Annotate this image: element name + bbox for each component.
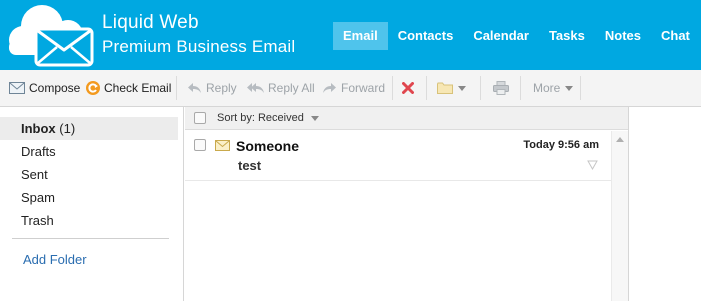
- list-header: Sort by: Received: [185, 107, 628, 130]
- unread-count: (1): [59, 121, 76, 136]
- chevron-down-icon: [565, 85, 574, 91]
- forward-icon: [323, 83, 336, 93]
- move-folder-button[interactable]: [437, 70, 466, 106]
- cloud-envelope-logo-icon: [9, 5, 94, 67]
- brand-name: Liquid Web: [102, 12, 199, 33]
- message-checkbox[interactable]: [194, 139, 206, 151]
- reply-all-icon: [247, 83, 264, 93]
- nav-tasks[interactable]: Tasks: [539, 22, 595, 50]
- forward-label: Forward: [341, 81, 386, 95]
- toolbar-divider: [392, 76, 393, 100]
- add-folder-link[interactable]: Add Folder: [23, 252, 87, 267]
- compose-label: Compose: [29, 81, 81, 95]
- print-icon: [493, 81, 509, 95]
- envelope-icon: [215, 140, 230, 151]
- print-button[interactable]: [493, 70, 509, 106]
- sort-label: Sort by: Received: [217, 112, 304, 124]
- forward-button[interactable]: Forward: [322, 70, 385, 106]
- reply-label: Reply: [206, 81, 237, 95]
- delete-icon: [402, 82, 414, 94]
- toolbar-divider: [426, 76, 427, 100]
- folder-trash[interactable]: Trash: [0, 209, 178, 232]
- folder-label: Inbox: [21, 121, 56, 136]
- flag-icon[interactable]: [587, 160, 598, 170]
- main-nav: Email Contacts Calendar Tasks Notes Chat: [333, 22, 700, 50]
- toolbar-divider: [520, 76, 521, 100]
- folder-label: Trash: [21, 213, 54, 228]
- folder-sidebar: Inbox (1) Drafts Sent Spam Trash Add Fol…: [0, 107, 184, 301]
- message-time: Today 9:56 am: [523, 139, 599, 151]
- scroll-up-arrow-icon[interactable]: [616, 137, 624, 142]
- folder-label: Drafts: [21, 144, 56, 159]
- toolbar-divider: [176, 76, 177, 100]
- nav-contacts[interactable]: Contacts: [388, 22, 464, 50]
- message-list: Sort by: Received Someone test Today 9:5…: [185, 107, 628, 301]
- check-email-label: Check Email: [104, 81, 172, 95]
- nav-chat[interactable]: Chat: [651, 22, 700, 50]
- message-subject: test: [238, 158, 262, 173]
- reply-button[interactable]: Reply: [187, 70, 237, 106]
- compose-button[interactable]: Compose: [9, 70, 80, 106]
- list-scrollbar[interactable]: [611, 131, 628, 301]
- toolbar-divider: [480, 76, 481, 100]
- brand-tagline: Premium Business Email: [102, 37, 296, 56]
- reply-all-button[interactable]: Reply All: [247, 70, 315, 106]
- folder-sent[interactable]: Sent: [0, 163, 178, 186]
- sidebar-divider: [12, 238, 169, 239]
- chevron-down-icon: [310, 115, 319, 121]
- folder-label: Sent: [21, 167, 48, 182]
- select-all-checkbox[interactable]: [194, 112, 206, 124]
- delete-button[interactable]: [402, 70, 414, 106]
- toolbar-divider: [580, 76, 581, 100]
- sort-dropdown[interactable]: Sort by: Received: [217, 112, 319, 124]
- mail-toolbar: Compose Check Email Reply Reply All Forw…: [0, 70, 701, 107]
- compose-icon: [9, 82, 25, 94]
- chevron-down-icon: [458, 85, 466, 91]
- reply-icon: [188, 83, 201, 93]
- reading-pane: [628, 107, 701, 301]
- folder-drafts[interactable]: Drafts: [0, 140, 178, 163]
- nav-notes[interactable]: Notes: [595, 22, 651, 50]
- folder-inbox[interactable]: Inbox (1): [0, 117, 178, 140]
- folder-icon: [437, 82, 453, 94]
- brand-logo[interactable]: Liquid Web Premium Business Email: [0, 0, 320, 70]
- nav-calendar[interactable]: Calendar: [463, 22, 539, 50]
- nav-email[interactable]: Email: [333, 22, 388, 50]
- check-email-button[interactable]: Check Email: [86, 70, 171, 106]
- check-email-icon: [86, 81, 100, 95]
- message-sender: Someone: [236, 138, 300, 154]
- folder-label: Spam: [21, 190, 55, 205]
- more-menu-button[interactable]: More: [533, 70, 574, 106]
- folder-spam[interactable]: Spam: [0, 186, 178, 209]
- app-header: Liquid Web Premium Business Email Email …: [0, 0, 701, 70]
- reply-all-label: Reply All: [268, 81, 315, 95]
- more-label: More: [533, 81, 561, 95]
- message-row[interactable]: Someone test Today 9:56 am: [185, 131, 611, 181]
